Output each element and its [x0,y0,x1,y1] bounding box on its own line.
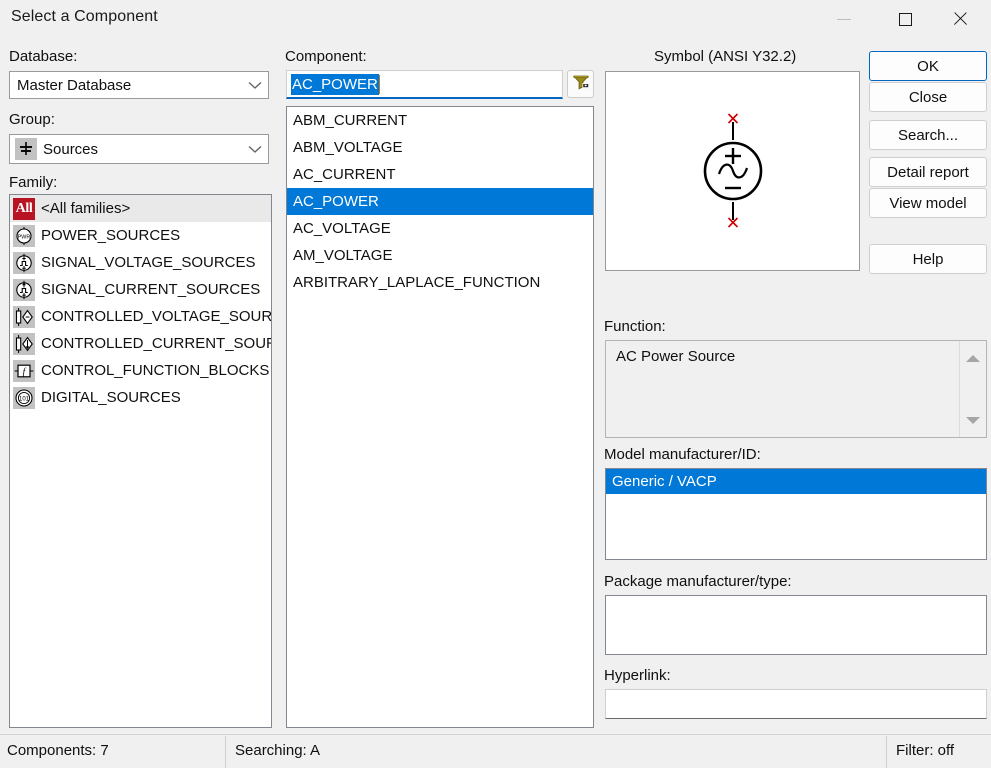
search-button[interactable]: Search... [869,120,987,150]
hyperlink-input[interactable] [605,689,987,719]
family-item-label: SIGNAL_CURRENT_SOURCES [41,281,261,298]
family-list[interactable]: All <All families> PWR POWER_SOURCES SIG… [9,194,272,728]
signal-current-sources-icon [13,278,35,301]
filter-button[interactable] [567,70,594,98]
family-list-item[interactable]: CONTROLLED_CURRENT_SOURCES [10,330,271,357]
component-list-item[interactable]: AC_POWER [287,188,593,215]
detail-report-button[interactable]: Detail report [869,157,987,187]
family-item-label: SIGNAL_VOLTAGE_SOURCES [41,254,256,271]
family-item-label: CONTROLLED_CURRENT_SOURCES [41,335,271,352]
family-list-item[interactable]: f CONTROL_FUNCTION_BLOCKS [10,357,271,384]
hyperlink-label: Hyperlink: [604,667,671,684]
ac-power-source-symbol [703,113,762,228]
family-list-item[interactable]: All <All families> [10,195,271,222]
title-bar: Select a Component [0,0,991,38]
component-search-input[interactable]: AC_POWER [286,70,563,99]
component-list-item[interactable]: ARBITRARY_LAPLACE_FUNCTION [287,269,593,296]
status-searching: Searching: A [235,742,321,759]
model-manufacturer-list[interactable]: Generic / VACP [605,468,987,560]
component-list-item[interactable]: AM_VOLTAGE [287,242,593,269]
hyperlink-value [606,690,986,717]
component-list-item[interactable]: ABM_CURRENT [287,107,593,134]
component-label: Component: [285,48,367,65]
minimize-button[interactable] [820,0,867,38]
function-scrollbar[interactable] [959,341,986,437]
package-manufacturer-value [606,596,986,621]
family-label: Family: [9,174,58,191]
database-value: Master Database [17,76,132,94]
family-list-item[interactable]: SIGNAL_VOLTAGE_SOURCES [10,249,271,276]
signal-voltage-sources-icon [13,251,35,274]
group-value: Sources [43,140,99,158]
controlled-current-sources-icon [13,332,35,355]
symbol-preview [605,71,860,271]
function-field: AC Power Source [605,340,987,438]
component-search-value: AC_POWER [291,73,379,95]
select-component-dialog: Select a Component Database: Master Data… [0,0,991,768]
status-components-count: Components: 7 [7,742,109,759]
family-list-item[interactable]: PWR POWER_SOURCES [10,222,271,249]
maximize-icon [899,12,912,26]
family-list-item[interactable]: CONTROLLED_VOLTAGE_SOURCES [10,303,271,330]
close-button[interactable] [936,0,983,38]
control-function-blocks-icon: f [13,359,35,382]
model-manufacturer-label: Model manufacturer/ID: [604,446,761,463]
family-list-item[interactable]: SIGNAL_CURRENT_SOURCES [10,276,271,303]
svg-text:PWR: PWR [18,234,31,240]
sources-group-icon [15,138,37,160]
family-item-label: DIGITAL_SOURCES [41,389,181,406]
view-model-button[interactable]: View model [869,188,987,218]
minimize-icon [836,18,851,20]
family-item-label: CONTROLLED_VOLTAGE_SOURCES [41,308,272,325]
component-list-item[interactable]: AC_CURRENT [287,161,593,188]
chevron-down-icon [242,135,268,163]
close-icon [952,11,968,27]
status-bar: Components: 7 Searching: A Filter: off [0,734,991,768]
maximize-button[interactable] [882,0,929,38]
database-label: Database: [9,48,78,65]
component-list[interactable]: ABM_CURRENT ABM_VOLTAGE AC_CURRENT AC_PO… [286,106,594,728]
close-dialog-button[interactable]: Close [869,82,987,112]
group-label: Group: [9,111,55,128]
scroll-up-icon[interactable] [960,345,986,371]
family-item-label: <All families> [41,200,131,217]
chevron-down-icon [242,72,268,98]
family-item-label: CONTROL_FUNCTION_BLOCKS [41,362,270,379]
power-sources-icon: PWR [13,224,35,247]
model-list-item[interactable]: Generic / VACP [606,469,986,494]
filter-funnel-icon [572,73,590,95]
scroll-down-icon[interactable] [960,407,986,433]
family-item-label: POWER_SOURCES [41,227,181,244]
all-families-icon: All [13,197,35,220]
status-divider [225,736,226,768]
digital-sources-icon: 101 [13,386,35,409]
svg-text:101: 101 [19,396,30,402]
status-divider [886,736,887,768]
component-list-item[interactable]: ABM_VOLTAGE [287,134,593,161]
group-dropdown[interactable]: Sources [9,134,269,164]
component-list-item[interactable]: AC_VOLTAGE [287,215,593,242]
symbol-label: Symbol (ANSI Y32.2) [654,48,797,65]
text-caret [378,74,380,94]
help-button[interactable]: Help [869,244,987,274]
family-list-item[interactable]: 101 DIGITAL_SOURCES [10,384,271,411]
controlled-voltage-sources-icon [13,305,35,328]
function-value: AC Power Source [616,348,736,365]
ok-button[interactable]: OK [869,51,987,81]
database-dropdown[interactable]: Master Database [9,71,269,99]
function-label: Function: [604,318,666,335]
package-manufacturer-field[interactable] [605,595,987,655]
status-filter: Filter: off [896,742,955,759]
window-title: Select a Component [11,8,158,25]
package-manufacturer-label: Package manufacturer/type: [604,573,792,590]
